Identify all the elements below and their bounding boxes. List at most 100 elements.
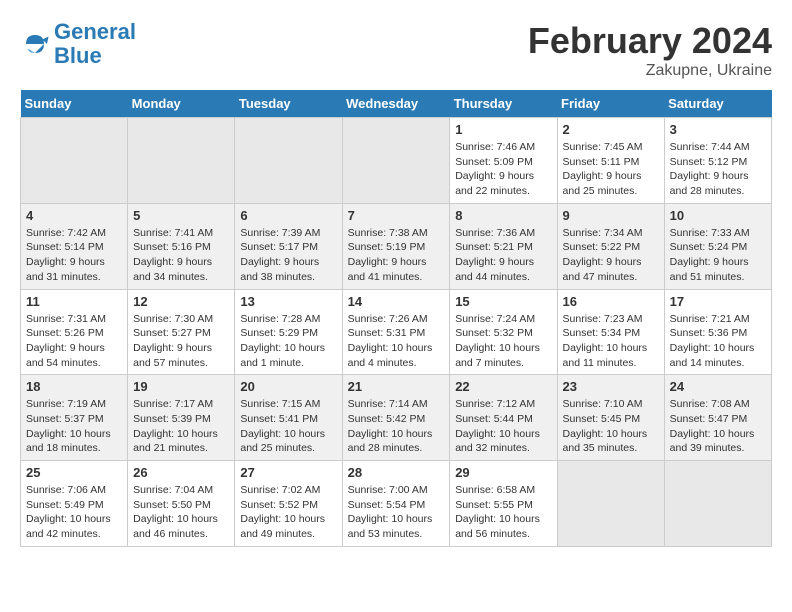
day-number: 3 — [670, 122, 766, 137]
logo-icon — [20, 29, 50, 59]
logo-text: General Blue — [54, 20, 136, 68]
day-detail: Sunrise: 7:38 AMSunset: 5:19 PMDaylight:… — [348, 226, 445, 285]
calendar-cell: 6 Sunrise: 7:39 AMSunset: 5:17 PMDaylight… — [235, 203, 342, 289]
calendar-cell: 2 Sunrise: 7:45 AMSunset: 5:11 PMDaylight… — [557, 118, 664, 204]
day-number: 15 — [455, 294, 551, 309]
day-detail: Sunrise: 7:06 AMSunset: 5:49 PMDaylight:… — [26, 483, 122, 542]
day-detail: Sunrise: 7:12 AMSunset: 5:44 PMDaylight:… — [455, 397, 551, 456]
column-header-wednesday: Wednesday — [342, 90, 450, 118]
logo: General Blue — [20, 20, 136, 68]
day-detail: Sunrise: 7:00 AMSunset: 5:54 PMDaylight:… — [348, 483, 445, 542]
day-number: 28 — [348, 465, 445, 480]
day-detail: Sunrise: 7:02 AMSunset: 5:52 PMDaylight:… — [240, 483, 336, 542]
column-header-thursday: Thursday — [450, 90, 557, 118]
day-detail: Sunrise: 7:10 AMSunset: 5:45 PMDaylight:… — [563, 397, 659, 456]
day-detail: Sunrise: 7:36 AMSunset: 5:21 PMDaylight:… — [455, 226, 551, 285]
day-number: 8 — [455, 208, 551, 223]
day-detail: Sunrise: 7:08 AMSunset: 5:47 PMDaylight:… — [670, 397, 766, 456]
calendar-table: SundayMondayTuesdayWednesdayThursdayFrid… — [20, 90, 772, 547]
day-detail: Sunrise: 7:21 AMSunset: 5:36 PMDaylight:… — [670, 312, 766, 371]
day-detail: Sunrise: 7:15 AMSunset: 5:41 PMDaylight:… — [240, 397, 336, 456]
column-header-sunday: Sunday — [21, 90, 128, 118]
day-detail: Sunrise: 6:58 AMSunset: 5:55 PMDaylight:… — [455, 483, 551, 542]
day-number: 2 — [563, 122, 659, 137]
day-detail: Sunrise: 7:41 AMSunset: 5:16 PMDaylight:… — [133, 226, 229, 285]
day-number: 13 — [240, 294, 336, 309]
calendar-cell: 4 Sunrise: 7:42 AMSunset: 5:14 PMDaylight… — [21, 203, 128, 289]
calendar-cell: 25 Sunrise: 7:06 AMSunset: 5:49 PMDayligh… — [21, 461, 128, 547]
day-number: 16 — [563, 294, 659, 309]
week-row-3: 11Sunrise: 7:31 AMSunset: 5:26 PMDayligh… — [21, 289, 772, 375]
day-number: 29 — [455, 465, 551, 480]
day-number: 20 — [240, 379, 336, 394]
day-detail: Sunrise: 7:34 AMSunset: 5:22 PMDaylight:… — [563, 226, 659, 285]
day-number: 21 — [348, 379, 445, 394]
calendar-cell — [557, 461, 664, 547]
calendar-cell: 29 Sunrise: 6:58 AMSunset: 5:55 PMDayligh… — [450, 461, 557, 547]
day-detail: Sunrise: 7:42 AMSunset: 5:14 PMDaylight:… — [26, 226, 122, 285]
location-subtitle: Zakupne, Ukraine — [528, 62, 772, 80]
calendar-cell: 28 Sunrise: 7:00 AMSunset: 5:54 PMDayligh… — [342, 461, 450, 547]
day-number: 6 — [240, 208, 336, 223]
day-detail: Sunrise: 7:44 AMSunset: 5:12 PMDaylight:… — [670, 140, 766, 199]
day-detail: Sunrise: 7:30 AMSunset: 5:27 PMDaylight:… — [133, 312, 229, 371]
day-number: 24 — [670, 379, 766, 394]
day-detail: Sunrise: 7:23 AMSunset: 5:34 PMDaylight:… — [563, 312, 659, 371]
calendar-cell — [235, 118, 342, 204]
calendar-cell: 7Sunrise: 7:38 AMSunset: 5:19 PMDaylight… — [342, 203, 450, 289]
calendar-cell: 9 Sunrise: 7:34 AMSunset: 5:22 PMDaylight… — [557, 203, 664, 289]
day-detail: Sunrise: 7:46 AMSunset: 5:09 PMDaylight:… — [455, 140, 551, 199]
column-header-tuesday: Tuesday — [235, 90, 342, 118]
calendar-cell: 18Sunrise: 7:19 AMSunset: 5:37 PMDayligh… — [21, 375, 128, 461]
day-detail: Sunrise: 7:14 AMSunset: 5:42 PMDaylight:… — [348, 397, 445, 456]
calendar-cell: 10Sunrise: 7:33 AMSunset: 5:24 PMDayligh… — [664, 203, 771, 289]
calendar-cell: 19 Sunrise: 7:17 AMSunset: 5:39 PMDayligh… — [128, 375, 235, 461]
page-header: General Blue February 2024 Zakupne, Ukra… — [20, 20, 772, 80]
calendar-cell: 21 Sunrise: 7:14 AMSunset: 5:42 PMDayligh… — [342, 375, 450, 461]
calendar-cell: 23 Sunrise: 7:10 AMSunset: 5:45 PMDayligh… — [557, 375, 664, 461]
calendar-cell: 27 Sunrise: 7:02 AMSunset: 5:52 PMDayligh… — [235, 461, 342, 547]
calendar-cell: 17 Sunrise: 7:21 AMSunset: 5:36 PMDayligh… — [664, 289, 771, 375]
day-number: 25 — [26, 465, 122, 480]
day-number: 1 — [455, 122, 551, 137]
day-number: 23 — [563, 379, 659, 394]
calendar-cell: 1 Sunrise: 7:46 AMSunset: 5:09 PMDaylight… — [450, 118, 557, 204]
calendar-cell — [342, 118, 450, 204]
day-detail: Sunrise: 7:28 AMSunset: 5:29 PMDaylight:… — [240, 312, 336, 371]
calendar-cell: 20 Sunrise: 7:15 AMSunset: 5:41 PMDayligh… — [235, 375, 342, 461]
day-number: 9 — [563, 208, 659, 223]
day-number: 4 — [26, 208, 122, 223]
day-detail: Sunrise: 7:45 AMSunset: 5:11 PMDaylight:… — [563, 140, 659, 199]
calendar-header-row: SundayMondayTuesdayWednesdayThursdayFrid… — [21, 90, 772, 118]
calendar-cell: 11Sunrise: 7:31 AMSunset: 5:26 PMDayligh… — [21, 289, 128, 375]
calendar-cell — [21, 118, 128, 204]
day-number: 19 — [133, 379, 229, 394]
calendar-cell — [664, 461, 771, 547]
day-number: 14 — [348, 294, 445, 309]
day-number: 12 — [133, 294, 229, 309]
main-title: February 2024 — [528, 20, 772, 62]
week-row-1: 1 Sunrise: 7:46 AMSunset: 5:09 PMDaylight… — [21, 118, 772, 204]
day-number: 11 — [26, 294, 122, 309]
day-number: 27 — [240, 465, 336, 480]
day-detail: Sunrise: 7:17 AMSunset: 5:39 PMDaylight:… — [133, 397, 229, 456]
day-detail: Sunrise: 7:39 AMSunset: 5:17 PMDaylight:… — [240, 226, 336, 285]
day-detail: Sunrise: 7:19 AMSunset: 5:37 PMDaylight:… — [26, 397, 122, 456]
calendar-cell: 24 Sunrise: 7:08 AMSunset: 5:47 PMDayligh… — [664, 375, 771, 461]
calendar-cell: 26Sunrise: 7:04 AMSunset: 5:50 PMDayligh… — [128, 461, 235, 547]
calendar-cell: 8 Sunrise: 7:36 AMSunset: 5:21 PMDaylight… — [450, 203, 557, 289]
calendar-cell: 13 Sunrise: 7:28 AMSunset: 5:29 PMDayligh… — [235, 289, 342, 375]
calendar-cell: 14Sunrise: 7:26 AMSunset: 5:31 PMDayligh… — [342, 289, 450, 375]
day-detail: Sunrise: 7:24 AMSunset: 5:32 PMDaylight:… — [455, 312, 551, 371]
day-number: 10 — [670, 208, 766, 223]
day-number: 17 — [670, 294, 766, 309]
calendar-cell: 5 Sunrise: 7:41 AMSunset: 5:16 PMDaylight… — [128, 203, 235, 289]
day-detail: Sunrise: 7:04 AMSunset: 5:50 PMDaylight:… — [133, 483, 229, 542]
column-header-friday: Friday — [557, 90, 664, 118]
day-number: 5 — [133, 208, 229, 223]
title-area: February 2024 Zakupne, Ukraine — [528, 20, 772, 80]
calendar-cell — [128, 118, 235, 204]
column-header-saturday: Saturday — [664, 90, 771, 118]
calendar-cell: 15 Sunrise: 7:24 AMSunset: 5:32 PMDayligh… — [450, 289, 557, 375]
week-row-2: 4 Sunrise: 7:42 AMSunset: 5:14 PMDaylight… — [21, 203, 772, 289]
